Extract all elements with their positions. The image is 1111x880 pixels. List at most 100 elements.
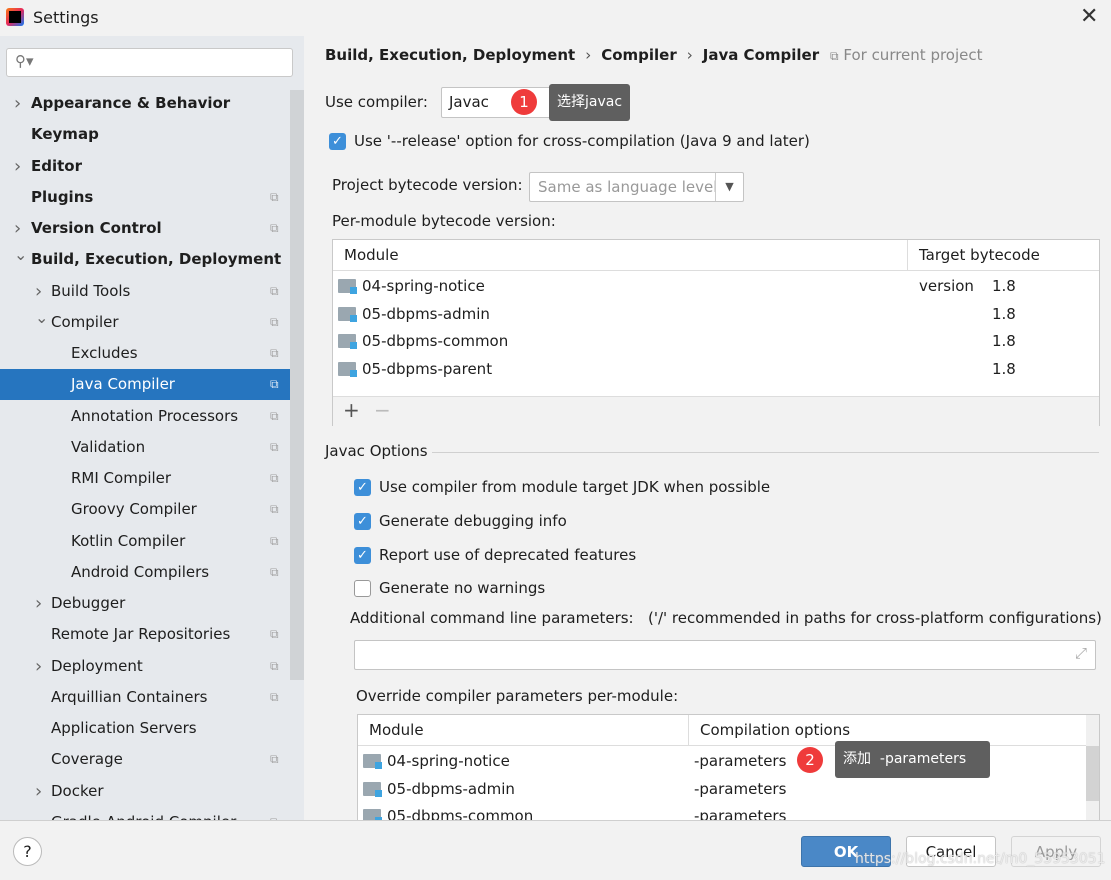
sidebar-item-label: Coverage (51, 750, 123, 769)
copy-icon: ⧉ (270, 627, 279, 642)
javac-option-checkbox[interactable]: ✓ (354, 479, 371, 496)
add-icon[interactable]: + (343, 398, 360, 422)
search-icon: ⚲▾ (15, 52, 34, 70)
column-header-module[interactable]: Module (369, 715, 424, 746)
column-header-module[interactable]: Module (344, 240, 399, 271)
target-bytecode-version: 1.8 (992, 359, 1016, 378)
close-icon[interactable]: ✕ (1080, 4, 1098, 29)
sidebar-item[interactable]: Validation ⧉ (0, 432, 290, 463)
copy-icon: ⧉ (270, 408, 279, 423)
copy-icon: ⧉ (270, 314, 279, 329)
sidebar-item[interactable]: › Editor (0, 151, 290, 182)
chevron-right-icon[interactable]: › (14, 151, 21, 182)
sidebar-item[interactable]: RMI Compiler ⧉ (0, 463, 290, 494)
chevron-right-icon[interactable]: › (14, 88, 21, 119)
project-bytecode-select[interactable]: Same as language level ▼ (529, 172, 744, 202)
javac-option-label: Use compiler from module target JDK when… (379, 478, 771, 496)
module-name: 04-spring-notice (362, 277, 485, 295)
override-label: Override compiler parameters per-module: (356, 687, 679, 705)
sidebar-item[interactable]: Java Compiler ⧉ (0, 369, 304, 401)
chevron-right-icon: › (686, 46, 693, 64)
for-current-project-label: For current project (843, 46, 983, 64)
table-row[interactable]: 05-dbpms-admin 1.8 (333, 301, 1099, 328)
sidebar-item[interactable]: Annotation Processors ⧉ (0, 401, 290, 432)
sidebar-item-label: Validation (71, 437, 146, 456)
sidebar-item[interactable]: › Debugger (0, 588, 290, 619)
sidebar-item[interactable]: Groovy Compiler ⧉ (0, 494, 290, 525)
sidebar-item[interactable]: ⌄ Compiler ⧉ (0, 307, 290, 338)
sidebar-item-label: Groovy Compiler (71, 500, 197, 519)
dropdown-arrow-icon[interactable]: ▼ (715, 173, 743, 201)
javac-option-checkbox[interactable]: ✓ (354, 513, 371, 530)
sidebar-item-label: Compiler (51, 312, 119, 331)
javac-options-title: Javac Options (325, 442, 428, 460)
chevron-right-icon[interactable]: › (35, 588, 42, 619)
module-folder-icon (338, 361, 357, 377)
annotation-tooltip-1: 选择javac (549, 84, 631, 121)
copy-icon: ⧉ (830, 49, 839, 63)
table-row[interactable]: 05-dbpms-common 1.8 (333, 328, 1099, 355)
sidebar-item[interactable]: Application Servers (0, 713, 290, 744)
sidebar-item[interactable]: Remote Jar Repositories ⧉ (0, 619, 290, 650)
sidebar-item[interactable]: › Deployment ⧉ (0, 651, 290, 682)
help-button[interactable]: ? (13, 837, 42, 866)
sidebar-item[interactable]: › Appearance & Behavior (0, 88, 290, 119)
module-name: 05-dbpms-admin (362, 304, 490, 323)
sidebar-item[interactable]: Plugins ⧉ (0, 182, 290, 213)
chevron-right-icon[interactable]: › (35, 651, 42, 682)
sidebar-item-label: Gradle-Android Compiler (51, 807, 236, 820)
sidebar-item-label: Excludes (71, 344, 138, 362)
sidebar-item[interactable]: › Docker (0, 776, 290, 807)
module-name: 05-dbpms-common (362, 332, 509, 350)
sidebar: ⚲▾ › Appearance & Behavior Keymap › Editor Pl… (0, 36, 304, 820)
breadcrumb-item[interactable]: Build, Execution, Deployment (325, 46, 575, 64)
javac-option-checkbox[interactable]: ✓ (354, 547, 371, 564)
dialog-footer: ? OK Cancel Apply https://blog.csdn.net/… (0, 820, 1111, 880)
additional-params-hint: ('/' recommended in paths for cross-plat… (648, 609, 1102, 627)
table-row[interactable]: 05-dbpms-parent 1.8 (333, 356, 1099, 383)
sidebar-scrollbar[interactable] (290, 90, 304, 680)
sidebar-item[interactable]: Android Compilers ⧉ (0, 557, 290, 588)
copy-icon: ⧉ (270, 189, 279, 204)
compilation-options: -parameters (694, 779, 787, 798)
project-bytecode-value: Same as language level (538, 178, 718, 196)
sidebar-item[interactable]: › Version Control ⧉ (0, 213, 290, 244)
remove-icon[interactable]: − (374, 398, 391, 422)
column-header-target[interactable]: Target bytecode version (907, 240, 1099, 295)
additional-params-input[interactable]: ⤢ (354, 640, 1096, 670)
table-row[interactable]: 05-dbpms-admin -parameters (358, 776, 1099, 803)
breadcrumb-item[interactable]: Compiler (601, 46, 677, 64)
sidebar-item[interactable]: Excludes ⧉ (0, 338, 290, 369)
column-header-options[interactable]: Compilation options (688, 715, 850, 746)
sidebar-item-label: Keymap (31, 125, 99, 144)
sidebar-item[interactable]: Arquillian Containers ⧉ (0, 682, 290, 713)
chevron-down-icon[interactable]: ⌄ (14, 239, 27, 270)
sidebar-item-label: Kotlin Compiler (71, 531, 186, 550)
javac-option-checkbox[interactable] (354, 580, 371, 597)
copy-icon: ⧉ (270, 658, 279, 673)
table-row[interactable]: 04-spring-notice 1.8 (333, 273, 1099, 300)
copy-icon: ⧉ (270, 439, 279, 454)
sidebar-item[interactable]: Keymap (0, 119, 290, 150)
sidebar-item-label: Annotation Processors (71, 406, 239, 425)
sidebar-item[interactable]: ⌄ Build, Execution, Deployment (0, 244, 290, 275)
annotation-tooltip-2: 添加 -parameters (835, 741, 990, 778)
module-name: 05-dbpms-parent (362, 359, 493, 378)
sidebar-item[interactable]: Kotlin Compiler ⧉ (0, 526, 290, 557)
module-folder-icon (338, 279, 357, 294)
release-option-checkbox[interactable]: ✓ (329, 133, 346, 150)
sidebar-item-label: Build Tools (51, 281, 131, 300)
module-name: 05-dbpms-admin (387, 779, 515, 798)
javac-option-label: Generate no warnings (379, 579, 546, 597)
sidebar-item-label: Android Compilers (71, 562, 210, 581)
search-input[interactable]: ⚲▾ (6, 48, 293, 77)
sidebar-item[interactable]: Coverage ⧉ (0, 744, 290, 775)
chevron-down-icon[interactable]: ⌄ (35, 302, 48, 333)
sidebar-item[interactable]: Gradle-Android Compiler ⧉ (0, 807, 290, 820)
table-scrollbar[interactable] (1086, 715, 1099, 833)
expand-icon[interactable]: ⤢ (1075, 644, 1087, 662)
target-bytecode-version: 1.8 (992, 277, 1016, 295)
chevron-right-icon[interactable]: › (35, 776, 42, 807)
annotation-badge-2: 2 (797, 747, 823, 773)
copy-icon: ⧉ (270, 752, 279, 767)
